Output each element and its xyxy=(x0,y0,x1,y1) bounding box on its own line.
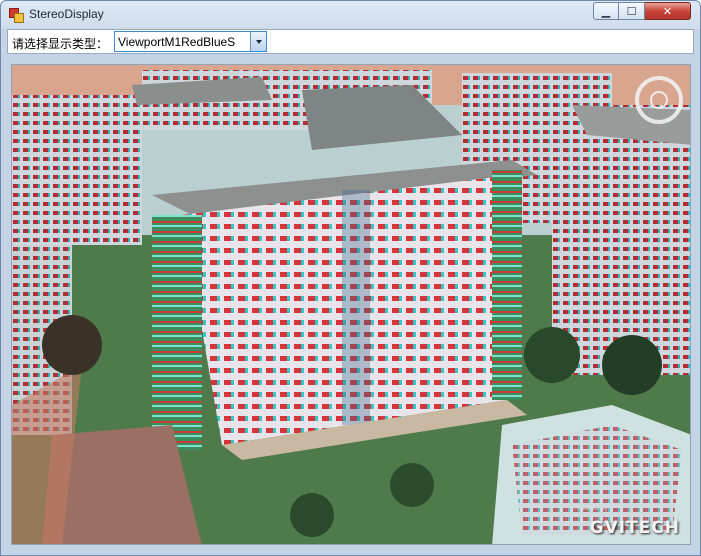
chevron-down-icon[interactable] xyxy=(250,32,266,51)
toolbar-panel: 请选择显示类型： ViewportM1RedBlueS xyxy=(7,29,694,54)
display-type-label: 请选择显示类型： xyxy=(12,37,109,51)
close-icon: ✕ xyxy=(662,4,673,18)
brand-logo: GVITECH xyxy=(589,518,680,538)
maximize-button[interactable]: ☐ xyxy=(619,2,645,20)
display-type-value: ViewportM1RedBlueS xyxy=(118,35,236,49)
display-type-dropdown[interactable]: ViewportM1RedBlueS xyxy=(114,31,267,52)
stereo-scene xyxy=(12,65,690,544)
3d-viewport[interactable]: Powered by GVITECH xyxy=(11,64,691,545)
app-icon xyxy=(9,8,24,23)
powered-by-label: Powered by xyxy=(573,505,608,512)
title-bar[interactable]: StereoDisplay ▁ ☐ ✕ xyxy=(1,1,700,29)
close-button[interactable]: ✕ xyxy=(645,2,691,20)
main-window: StereoDisplay ▁ ☐ ✕ 请选择显示类型： ViewportM1R… xyxy=(0,0,701,556)
maximize-icon: ☐ xyxy=(626,4,637,18)
minimize-icon: ▁ xyxy=(601,4,611,18)
minimize-button[interactable]: ▁ xyxy=(593,2,619,20)
window-title: StereoDisplay xyxy=(29,7,104,21)
